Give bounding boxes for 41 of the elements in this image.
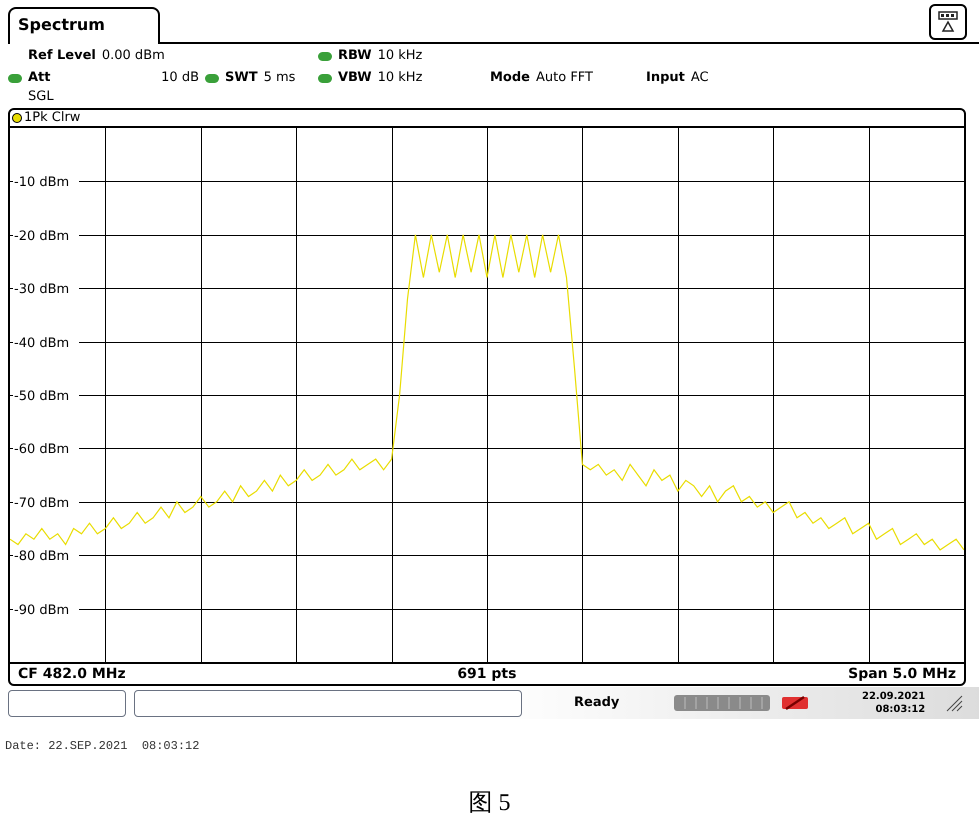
input-field[interactable] [134,690,522,716]
axis-label: -40 dBm [14,336,70,351]
axis-label: -60 dBm [14,442,70,457]
setting-label: SWT [225,69,258,88]
print-date: Date: 22.SEP.2021 08:03:12 [5,738,200,755]
display-icon [936,10,960,34]
setting-value: Auto FFT [536,69,593,88]
setting-label: Ref Level [28,47,96,66]
axis-label: -30 dBm [14,282,70,297]
trace-label: 1Pk Clrw [24,110,80,128]
setting-value: 10 kHz [378,69,422,88]
status-text: Ready [574,694,620,712]
status-time: 08:03:12 [876,703,926,716]
setting-value: 10 kHz [378,47,422,66]
figure-caption: 图 5 [468,789,510,818]
center-frequency: CF 482.0 MHz [18,664,126,684]
setting-label: RBW [338,47,372,66]
resize-grip-icon[interactable] [945,694,964,712]
setting-value: 10 dB [161,69,199,88]
setting-value: 5 ms [264,69,296,88]
setting-label: VBW [338,69,372,88]
segment-meter-icon [674,695,770,711]
point-count: 691 pts [457,664,516,684]
axis-label: -70 dBm [14,496,70,511]
status-date: 22.09.2021 [862,690,926,703]
setting-label: Input [646,69,685,88]
setting-label: SGL [28,88,54,106]
setting-value: 0.00 dBm [102,47,165,66]
axis-label: -80 dBm [14,549,70,564]
setting-value: AC [690,69,709,88]
setting-label: Mode [490,69,530,88]
axis-label: -50 dBm [14,389,70,404]
axis-label: -10 dBm [14,175,70,190]
display-button[interactable] [929,4,967,40]
struck-badge-icon [780,695,810,711]
setting-label: Att [28,69,50,88]
frequency-span: Span 5.0 MHz [848,664,956,684]
input-field[interactable] [8,690,126,716]
axis-label: -20 dBm [14,229,70,244]
axis-label: -90 dBm [14,603,70,618]
spectrum-tab[interactable]: Spectrum [8,7,160,44]
